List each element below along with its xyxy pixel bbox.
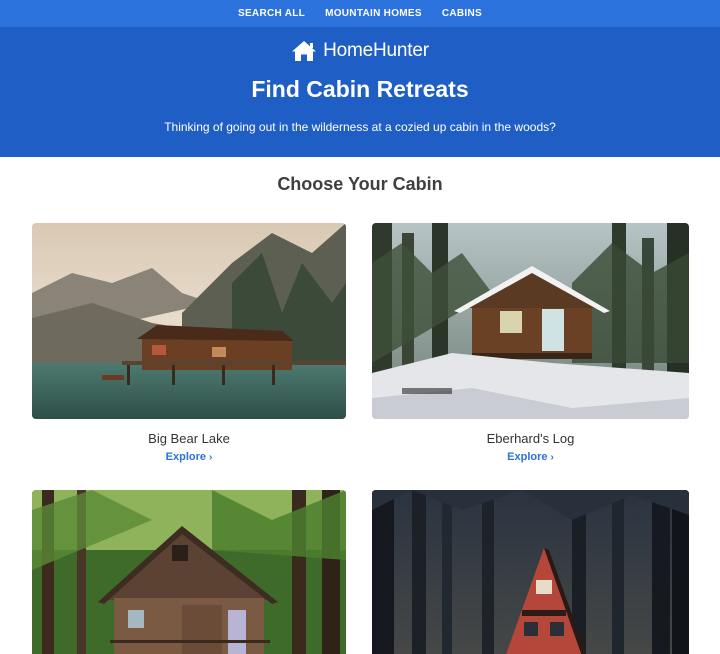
chevron-right-icon: › (550, 451, 554, 463)
explore-label: Explore (165, 451, 206, 463)
explore-label: Explore (507, 451, 548, 463)
cabin-photo[interactable] (32, 223, 346, 419)
brand-name: HomeHunter (323, 40, 429, 61)
cabin-grid: Big Bear Lake Explore › Eberhard's Log E… (32, 223, 720, 654)
cabin-photo[interactable] (372, 490, 689, 654)
cabin-card: Eberhard's Log Explore › (372, 223, 689, 463)
cabin-card (372, 490, 689, 654)
chevron-right-icon: › (209, 451, 213, 463)
cabin-photo[interactable] (32, 490, 346, 654)
nav-cabins[interactable]: CABINS (442, 8, 482, 19)
house-icon (292, 41, 317, 61)
cabin-card (32, 490, 346, 654)
cabin-card: Big Bear Lake Explore › (32, 223, 346, 463)
nav-search-all[interactable]: SEARCH ALL (238, 8, 305, 19)
cabin-title: Eberhard's Log (486, 431, 575, 446)
nav-mountain-homes[interactable]: MOUNTAIN HOMES (325, 8, 422, 19)
explore-link[interactable]: Explore › (166, 451, 213, 463)
cabin-title: Big Bear Lake (148, 431, 230, 446)
explore-link[interactable]: Explore › (507, 451, 554, 463)
top-nav: SEARCH ALL MOUNTAIN HOMES CABINS (0, 0, 720, 27)
brand-logo[interactable]: HomeHunter (291, 40, 429, 62)
hero-title: Find Cabin Retreats (251, 76, 469, 102)
cabin-photo[interactable] (372, 223, 689, 419)
hero-subtitle: Thinking of going out in the wilderness … (164, 120, 556, 134)
section-title: Choose Your Cabin (277, 174, 443, 194)
hero-banner: HomeHunter Find Cabin Retreats Thinking … (0, 27, 720, 157)
